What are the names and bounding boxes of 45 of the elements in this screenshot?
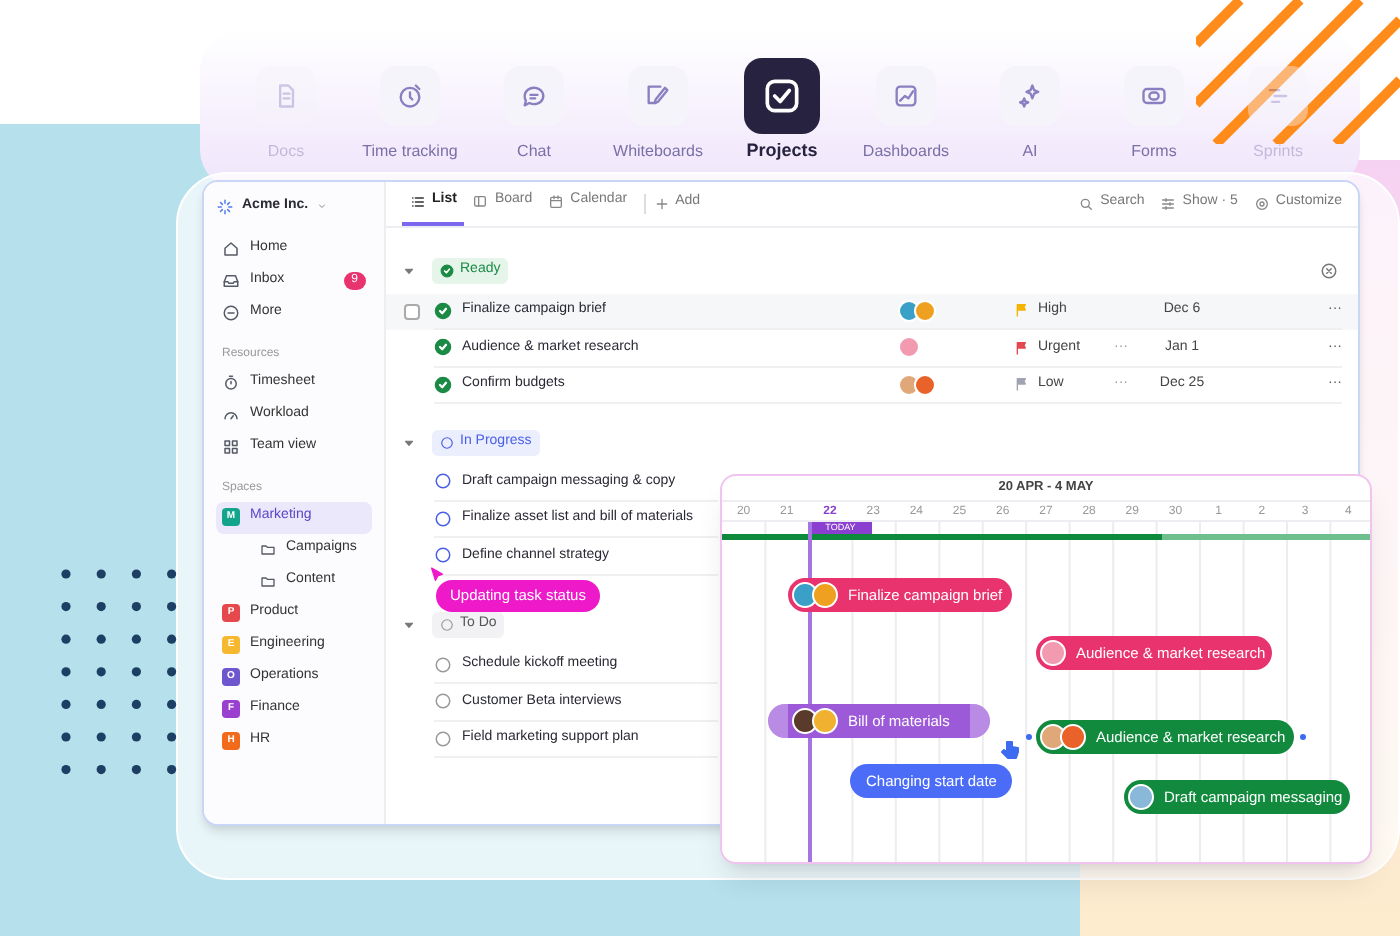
check-circle-icon (440, 264, 454, 278)
hand-cursor-icon (998, 738, 1022, 762)
resize-handle[interactable] (970, 704, 990, 738)
check-circle-icon (434, 338, 452, 357)
checkbox[interactable] (404, 303, 420, 320)
form-icon (1140, 82, 1168, 110)
check-circle-icon (434, 301, 452, 320)
board-icon (472, 193, 489, 209)
sliders-icon (1160, 195, 1177, 211)
clock-icon (396, 82, 424, 110)
sparkle-icon (1016, 82, 1044, 110)
collapse-caret-icon (402, 264, 416, 278)
nav-label: Dashboards (862, 140, 950, 164)
resize-handle[interactable] (768, 704, 788, 738)
status-ring-icon (440, 618, 454, 632)
settings-icon (1253, 195, 1270, 211)
checkbox-icon (760, 74, 804, 118)
nav-label: Forms (1131, 140, 1177, 164)
chat-bubble-icon (520, 82, 548, 110)
grid-icon (222, 438, 240, 456)
calendar-icon (548, 193, 565, 209)
logo-icon (216, 197, 234, 215)
inbox-icon (222, 272, 240, 290)
nav-label: AI (1022, 140, 1038, 164)
home-icon (222, 240, 240, 258)
collapse-caret-icon (402, 618, 416, 632)
stopwatch-icon (222, 374, 240, 392)
close-icon (1320, 262, 1338, 280)
more-icon (222, 304, 240, 322)
list-icon (410, 193, 426, 209)
chart-icon (892, 82, 920, 110)
nav-label: Chat (517, 140, 551, 164)
nav-tab[interactable] (744, 58, 820, 134)
check-circle-icon (434, 375, 452, 394)
search-icon (1078, 195, 1095, 211)
status-ring-icon (440, 435, 454, 449)
nav-label: Projects (746, 138, 818, 164)
caret-icon (316, 200, 329, 212)
nav-label: Time tracking (362, 140, 458, 164)
whiteboard-pen-icon (644, 82, 672, 110)
nav-label: Whiteboards (613, 140, 703, 164)
pointer-icon (428, 566, 446, 584)
gauge-icon (222, 406, 240, 424)
plus-icon (653, 195, 670, 211)
collapse-caret-icon (402, 435, 416, 449)
